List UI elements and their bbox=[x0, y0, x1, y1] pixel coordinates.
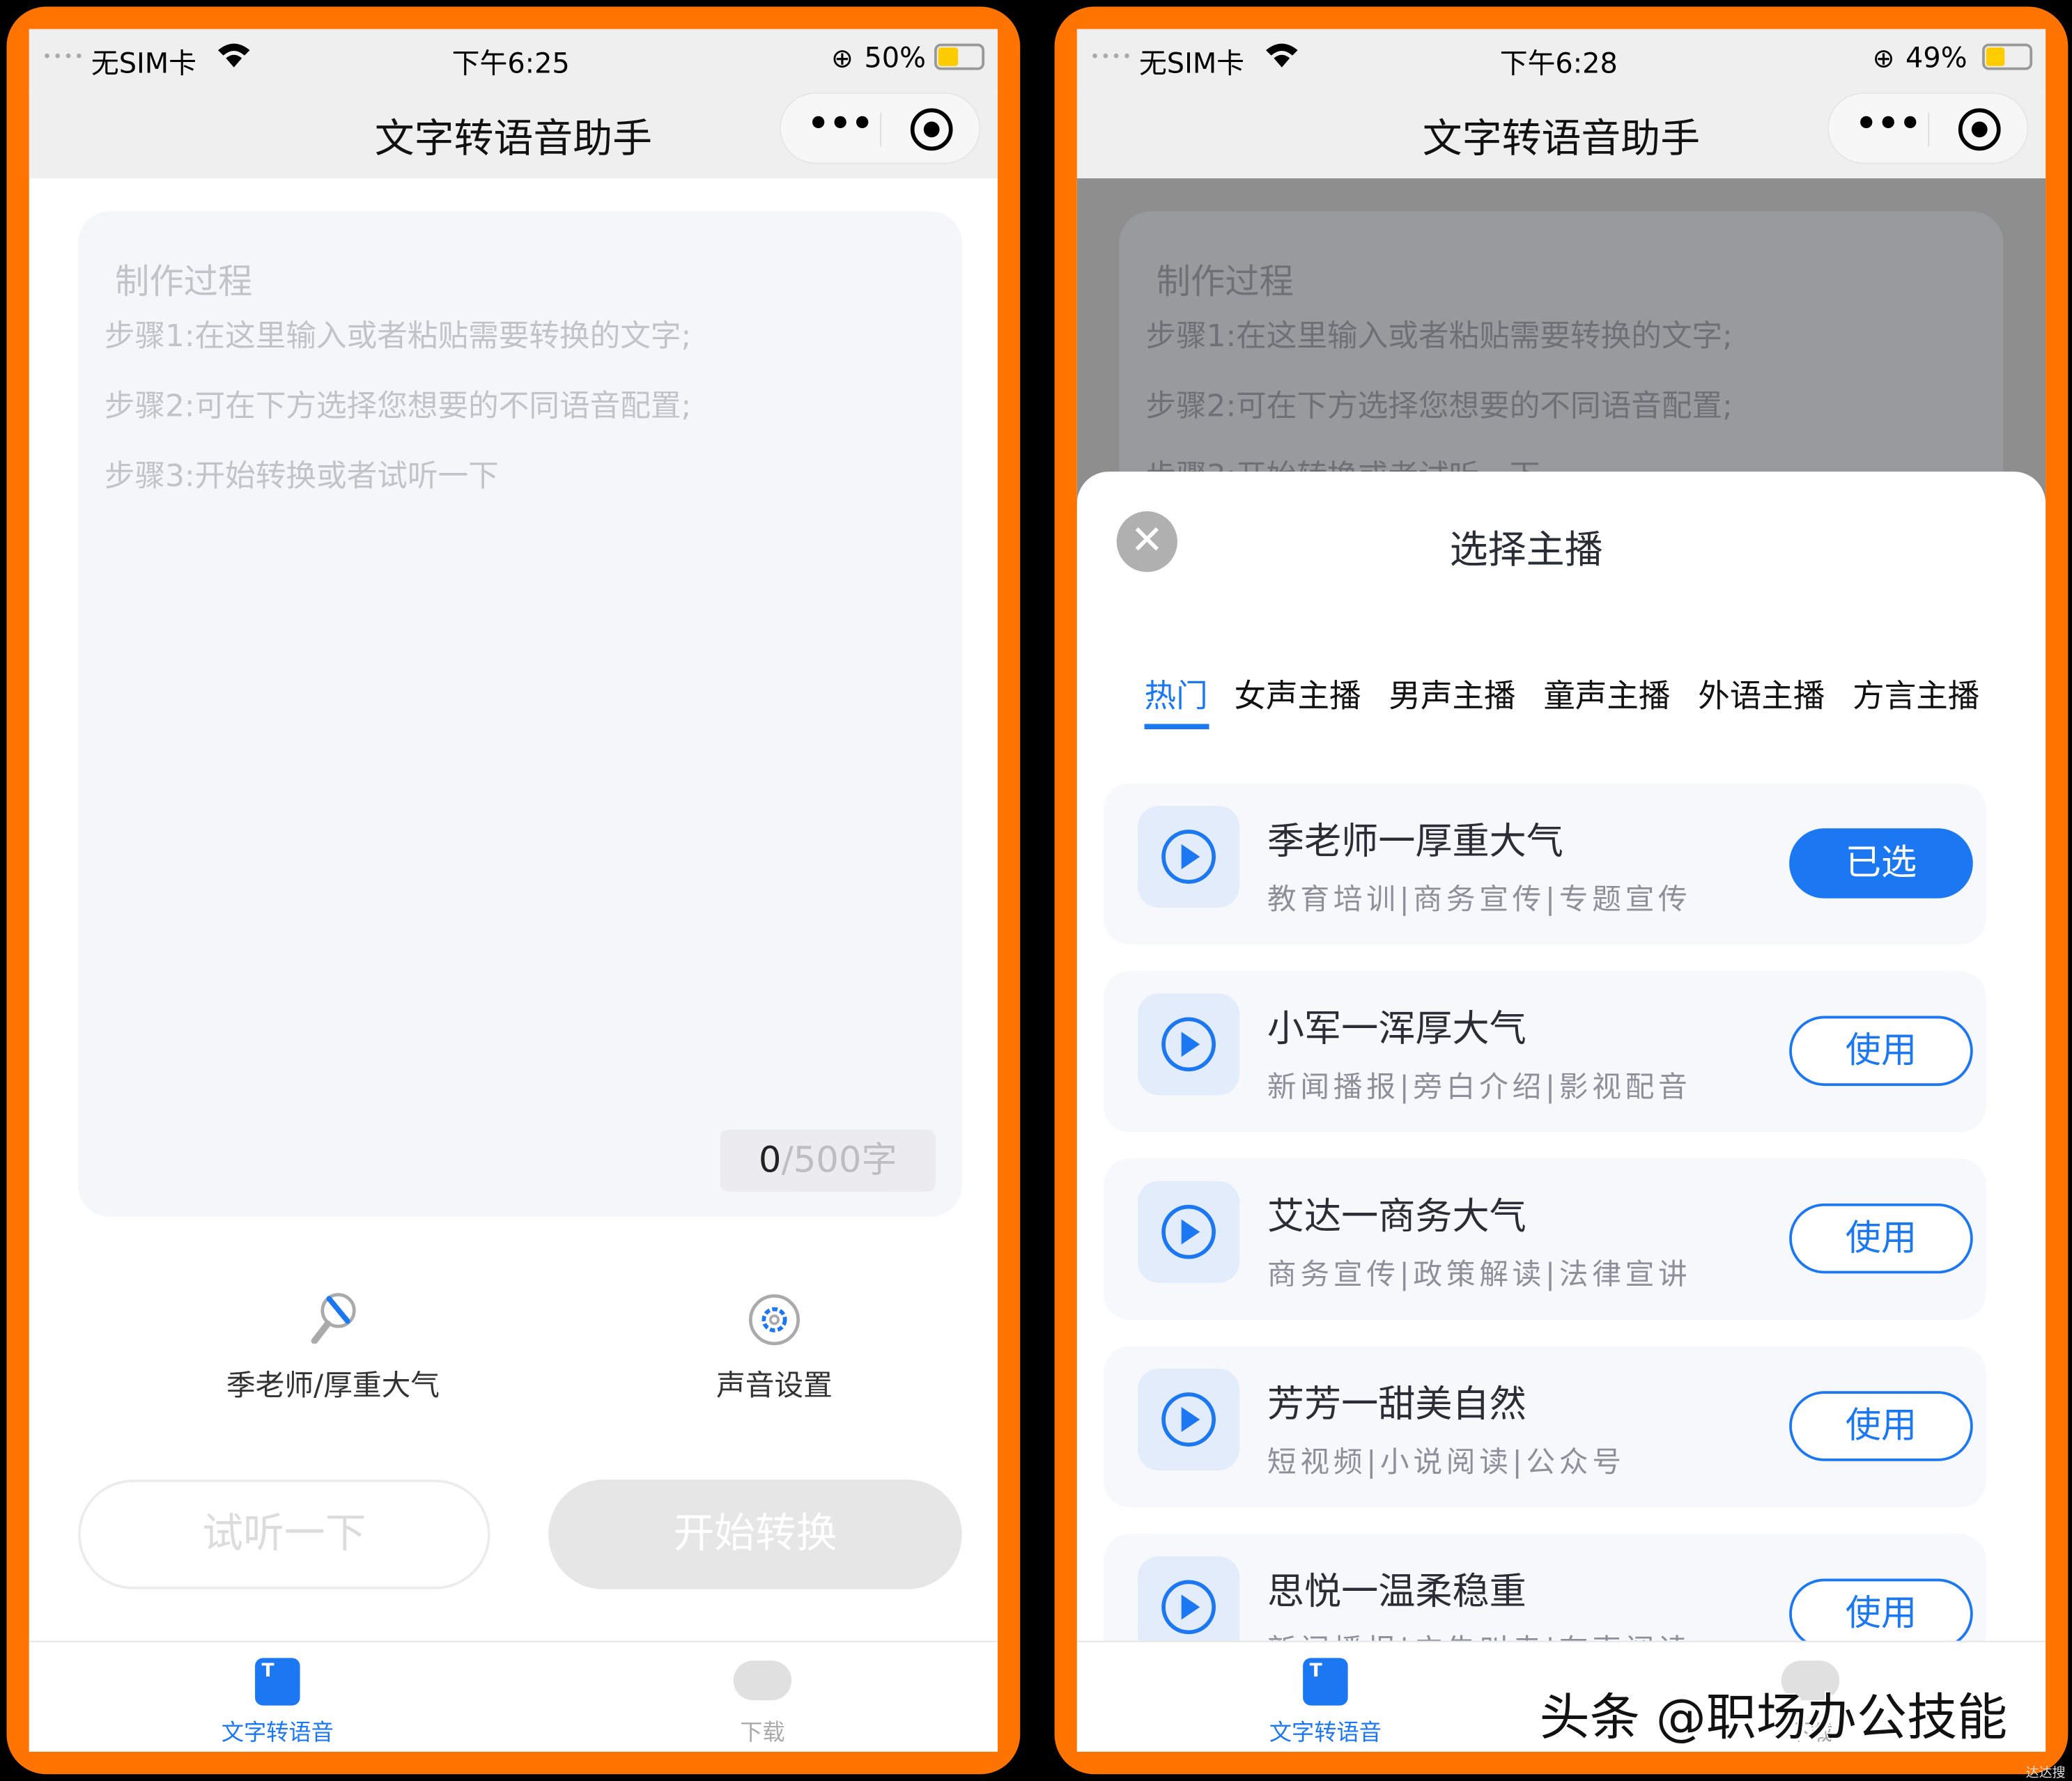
tab-bar: T 文字转语音 下载 头条 @职场办公技能 bbox=[1076, 1640, 2046, 1752]
corner-watermark: 达达搜 bbox=[2025, 1766, 2066, 1781]
signal-icon: •••• bbox=[1090, 47, 1134, 66]
tab-label: 文字转语音 bbox=[221, 1720, 334, 1747]
play-icon bbox=[1161, 1392, 1216, 1447]
target-circle-icon[interactable] bbox=[1958, 108, 2001, 151]
anchor-card[interactable]: 小军一浑厚大气新闻播报|旁白介绍|影视配音 使用 bbox=[1103, 971, 1986, 1133]
anchor-card[interactable]: 艾达一商务大气商务宣传|政策解读|法律宣讲 使用 bbox=[1103, 1158, 1986, 1320]
gear-icon bbox=[748, 1294, 800, 1346]
status-bar: •••• 无SIM卡 下午6:28 ⊕ 49% bbox=[1076, 29, 2046, 93]
anchor-tags: 教育培训|商务宣传|专题宣传 bbox=[1267, 883, 1692, 917]
time: 下午6:28 bbox=[1499, 47, 1618, 79]
tab-dialect[interactable]: 方言主播 bbox=[1853, 670, 1979, 716]
tab-hot[interactable]: 热门 bbox=[1145, 670, 1208, 716]
more-dots-icon[interactable]: ••• bbox=[807, 104, 874, 144]
preview-button[interactable]: 试听一下 bbox=[77, 1479, 490, 1589]
settings-label: 声音设置 bbox=[716, 1369, 833, 1403]
play-button[interactable] bbox=[1138, 805, 1240, 908]
use-button[interactable]: 使用 bbox=[1789, 1203, 1973, 1274]
text-to-speech-icon: T bbox=[255, 1658, 300, 1706]
placeholder-title: 制作过程 bbox=[115, 263, 253, 303]
play-icon bbox=[1161, 830, 1216, 884]
anchor-name: 季老师一厚重大气 bbox=[1267, 818, 1563, 863]
wifi-icon bbox=[217, 43, 250, 68]
anchor-name: 思悦一温柔稳重 bbox=[1267, 1569, 1526, 1613]
anchor-card[interactable]: 芳芳一甜美自然短视频|小说阅读|公众号 使用 bbox=[1103, 1346, 1986, 1508]
divider bbox=[880, 112, 882, 147]
placeholder-line: 步骤2:可在下方选择您想要的不同语音配置; bbox=[1145, 389, 1733, 424]
wifi-icon bbox=[1266, 43, 1298, 68]
voice-label: 季老师/厚重大气 bbox=[226, 1369, 440, 1403]
left-phone-frame: •••• 无SIM卡 下午6:25 ⊕ 50% 文字转语音助手 ••• 制作过程… bbox=[6, 6, 1021, 1775]
watermark: 头条 @职场办公技能 bbox=[1539, 1688, 2008, 1747]
signal-icon: •••• bbox=[42, 47, 85, 66]
anchor-tags: 短视频|小说阅读|公众号 bbox=[1267, 1446, 1625, 1480]
nav-bar: 文字转语音助手 ••• bbox=[29, 92, 998, 179]
anchor-card[interactable]: 季老师一厚重大气教育培训|商务宣传|专题宣传 已选 bbox=[1103, 783, 1986, 945]
sheet-title: 选择主播 bbox=[1449, 527, 1603, 573]
tab-bar: T 文字转语音 下载 bbox=[29, 1640, 998, 1752]
active-tab-indicator bbox=[1144, 724, 1209, 729]
rotation-lock-icon: ⊕ bbox=[1872, 42, 1895, 75]
play-button[interactable] bbox=[1138, 1368, 1240, 1471]
use-button[interactable]: 使用 bbox=[1789, 1578, 1973, 1649]
carrier: 无SIM卡 bbox=[1138, 47, 1245, 79]
anchor-tags: 新闻播报|旁白介绍|影视配音 bbox=[1267, 1071, 1692, 1105]
tab-male[interactable]: 男声主播 bbox=[1389, 670, 1515, 716]
tab-text-to-speech[interactable]: T 文字转语音 bbox=[1193, 1642, 1458, 1752]
tab-download[interactable]: 下载 bbox=[631, 1642, 895, 1752]
placeholder-line: 步骤1:在这里输入或者粘贴需要转换的文字; bbox=[1145, 320, 1733, 355]
char-limit: /500字 bbox=[781, 1140, 897, 1181]
sound-settings[interactable]: 声音设置 bbox=[669, 1291, 880, 1410]
play-button[interactable] bbox=[1138, 1181, 1240, 1283]
text-input-area[interactable]: 制作过程 步骤1:在这里输入或者粘贴需要转换的文字; 步骤2:可在下方选择您想要… bbox=[77, 211, 962, 1217]
play-icon bbox=[1161, 1017, 1216, 1072]
left-screen: •••• 无SIM卡 下午6:25 ⊕ 50% 文字转语音助手 ••• 制作过程… bbox=[29, 29, 998, 1752]
mini-program-capsule: ••• bbox=[1827, 92, 2029, 164]
tab-child[interactable]: 童声主播 bbox=[1543, 670, 1670, 716]
anchor-tags: 商务宣传|政策解读|法律宣讲 bbox=[1267, 1259, 1692, 1292]
battery-percent: 49% bbox=[1905, 42, 1967, 75]
microphone-icon bbox=[311, 1293, 356, 1344]
placeholder-line: 步骤2:可在下方选择您想要的不同语音配置; bbox=[104, 389, 692, 424]
anchor-name: 艾达一商务大气 bbox=[1267, 1194, 1526, 1238]
carrier: 无SIM卡 bbox=[91, 47, 196, 79]
battery-percent: 50% bbox=[864, 42, 926, 75]
anchor-name: 芳芳一甜美自然 bbox=[1267, 1381, 1526, 1426]
tab-female[interactable]: 女声主播 bbox=[1235, 670, 1361, 716]
nav-bar: 文字转语音助手 ••• bbox=[1076, 92, 2046, 179]
right-screen: •••• 无SIM卡 下午6:28 ⊕ 49% 文字转语音助手 ••• 制作过程 bbox=[1076, 29, 2046, 1752]
cloud-download-icon bbox=[733, 1661, 792, 1701]
mini-program-capsule: ••• bbox=[780, 92, 981, 164]
battery-icon bbox=[934, 43, 985, 70]
char-count: 0 bbox=[758, 1140, 782, 1181]
battery-icon bbox=[1982, 43, 2033, 70]
char-counter: 0/500字 bbox=[720, 1129, 936, 1192]
placeholder-line: 步骤1:在这里输入或者粘贴需要转换的文字; bbox=[104, 320, 692, 355]
divider bbox=[1928, 112, 1930, 147]
placeholder-title: 制作过程 bbox=[1156, 263, 1294, 303]
use-button[interactable]: 使用 bbox=[1789, 1016, 1973, 1087]
target-circle-icon[interactable] bbox=[910, 108, 953, 151]
play-icon bbox=[1161, 1204, 1216, 1259]
status-bar: •••• 无SIM卡 下午6:25 ⊕ 50% bbox=[29, 29, 998, 93]
placeholder-line: 步骤3:开始转换或者试听一下 bbox=[104, 460, 499, 495]
text-to-speech-icon: T bbox=[1303, 1658, 1348, 1706]
right-phone-frame: •••• 无SIM卡 下午6:28 ⊕ 49% 文字转语音助手 ••• 制作过程 bbox=[1054, 6, 2069, 1775]
use-button[interactable]: 使用 bbox=[1789, 1391, 1973, 1461]
voice-selector[interactable]: 季老师/厚重大气 bbox=[174, 1291, 491, 1410]
tab-label: 下载 bbox=[740, 1720, 785, 1747]
play-button[interactable] bbox=[1138, 993, 1240, 1096]
time: 下午6:25 bbox=[451, 47, 570, 79]
tab-foreign[interactable]: 外语主播 bbox=[1698, 670, 1825, 716]
convert-button[interactable]: 开始转换 bbox=[548, 1479, 962, 1589]
anchor-sheet: ✕ 选择主播 热门 女声主播 男声主播 童声主播 外语主播 方言主播 季老师一厚… bbox=[1076, 472, 2046, 1752]
anchor-name: 小军一浑厚大气 bbox=[1267, 1006, 1526, 1050]
tab-label: 文字转语音 bbox=[1269, 1720, 1382, 1747]
more-dots-icon[interactable]: ••• bbox=[1855, 104, 1922, 144]
rotation-lock-icon: ⊕ bbox=[831, 42, 853, 75]
selected-button[interactable]: 已选 bbox=[1789, 828, 1973, 899]
tab-text-to-speech[interactable]: T 文字转语音 bbox=[146, 1642, 410, 1752]
